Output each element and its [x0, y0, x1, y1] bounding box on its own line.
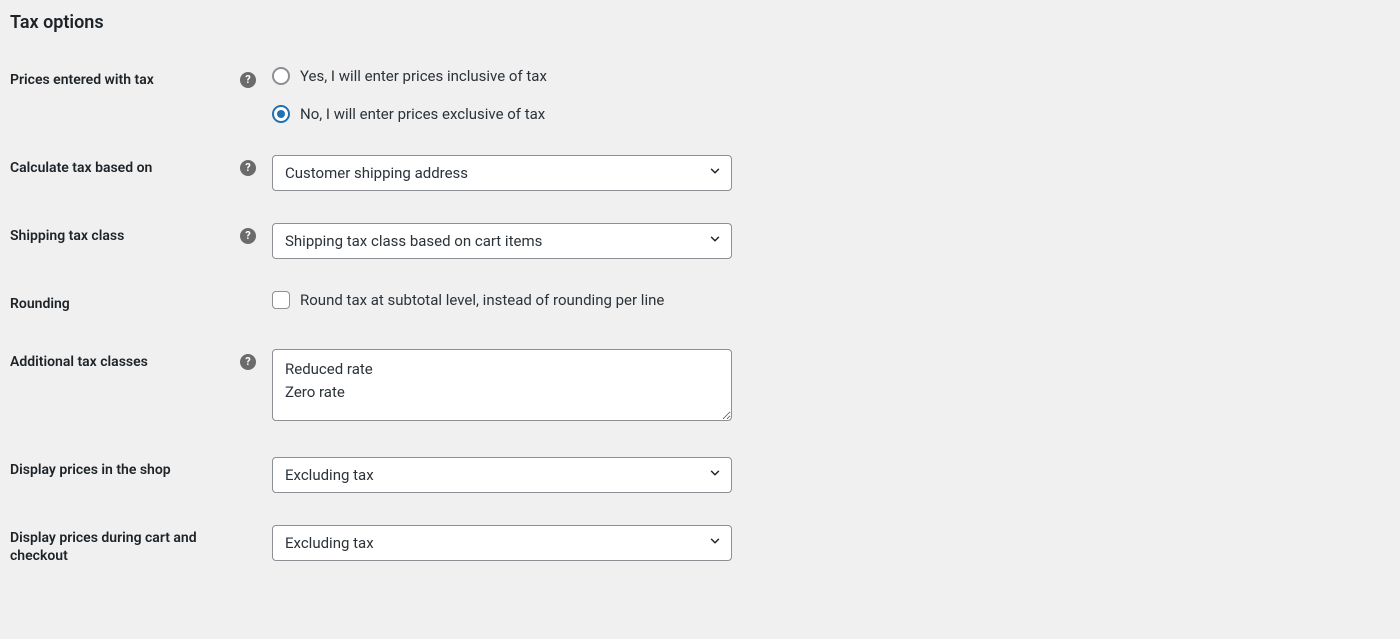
display-cart-label: Display prices during cart and checkout	[0, 509, 240, 585]
section-title: Tax options	[0, 0, 1400, 51]
select-value: Excluding tax	[285, 466, 374, 484]
rounding-checkbox[interactable]: Round tax at subtotal level, instead of …	[272, 291, 1390, 309]
calculate-tax-label: Calculate tax based on	[0, 139, 240, 207]
checkbox-label: Round tax at subtotal level, instead of …	[300, 291, 664, 309]
radio-icon	[272, 105, 290, 123]
display-cart-select[interactable]: Excluding tax	[272, 525, 732, 561]
calculate-tax-select[interactable]: Customer shipping address	[272, 155, 732, 191]
help-icon[interactable]: ?	[240, 160, 256, 176]
radio-icon	[272, 67, 290, 85]
checkbox-icon	[272, 291, 290, 309]
tax-options-form: Prices entered with tax ? Yes, I will en…	[0, 51, 1400, 586]
help-icon[interactable]: ?	[240, 354, 256, 370]
radio-label: Yes, I will enter prices inclusive of ta…	[300, 67, 547, 85]
select-value: Shipping tax class based on cart items	[285, 232, 542, 250]
shipping-tax-class-select[interactable]: Shipping tax class based on cart items	[272, 223, 732, 259]
additional-tax-classes-textarea[interactable]	[272, 349, 732, 421]
help-icon[interactable]: ?	[240, 72, 256, 88]
display-shop-select[interactable]: Excluding tax	[272, 457, 732, 493]
prices-exclusive-radio[interactable]: No, I will enter prices exclusive of tax	[272, 105, 1390, 123]
additional-tax-classes-label: Additional tax classes	[0, 333, 240, 441]
rounding-label: Rounding	[0, 275, 240, 333]
radio-label: No, I will enter prices exclusive of tax	[300, 105, 545, 123]
select-value: Excluding tax	[285, 534, 374, 552]
prices-entered-label: Prices entered with tax	[0, 51, 240, 139]
shipping-tax-class-label: Shipping tax class	[0, 207, 240, 275]
prices-inclusive-radio[interactable]: Yes, I will enter prices inclusive of ta…	[272, 67, 1390, 85]
help-icon[interactable]: ?	[240, 228, 256, 244]
display-shop-label: Display prices in the shop	[0, 441, 240, 509]
select-value: Customer shipping address	[285, 164, 468, 182]
prices-entered-radio-group: Yes, I will enter prices inclusive of ta…	[272, 67, 1390, 123]
